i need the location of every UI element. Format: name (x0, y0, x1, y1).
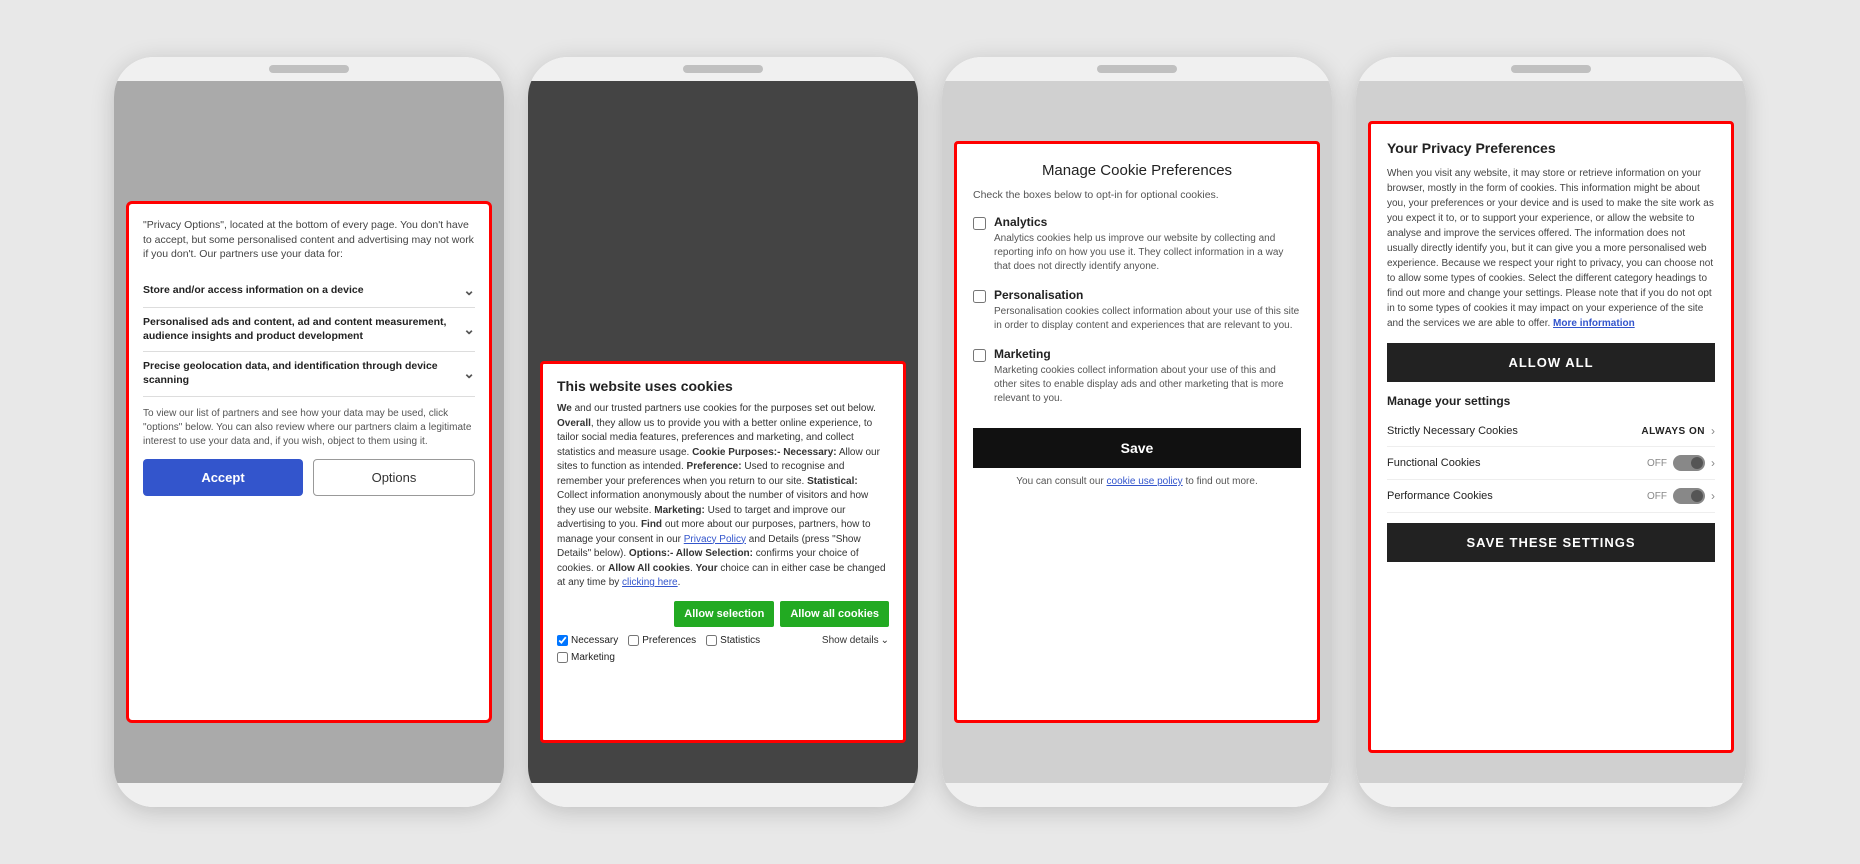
marketing-checkbox-p3[interactable] (973, 349, 986, 362)
personalisation-label: Personalisation (994, 288, 1301, 302)
phone4-screen: Your Privacy Preferences When you visit … (1356, 81, 1746, 783)
phone4-body: When you visit any website, it may store… (1387, 166, 1715, 331)
phone-top-bar-1 (114, 57, 504, 81)
functional-cookies-label: Functional Cookies (1387, 457, 1481, 469)
chevron-right-icon-1: › (1711, 424, 1715, 438)
performance-toggle-switch[interactable] (1673, 488, 1705, 504)
phone-1: "Privacy Options", located at the bottom… (114, 57, 504, 807)
checkbox-preferences[interactable]: Preferences (628, 635, 696, 646)
performance-cookies-row[interactable]: Performance Cookies OFF › (1387, 480, 1715, 513)
phone3-cookie-dialog: Manage Cookie Preferences Check the boxe… (954, 141, 1320, 723)
consult-text: You can consult our (1016, 476, 1103, 487)
clicking-here-link[interactable]: clicking here (622, 577, 678, 588)
phone-4: Your Privacy Preferences When you visit … (1356, 57, 1746, 807)
chevron-down-icon-1: ⌄ (463, 282, 475, 299)
phone1-bottom (114, 783, 504, 807)
phone1-footer-text: To view our list of partners and see how… (143, 407, 475, 449)
chevron-down-show-details: ⌄ (881, 635, 889, 646)
chevron-right-icon-3: › (1711, 489, 1715, 503)
strictly-necessary-row[interactable]: Strictly Necessary Cookies ALWAYS ON › (1387, 416, 1715, 447)
functional-off-label: OFF (1647, 458, 1667, 469)
phone3-subtitle: Check the boxes below to opt-in for opti… (973, 189, 1301, 201)
phone1-item-2[interactable]: Personalised ads and content, ad and con… (143, 308, 475, 352)
phone1-intro-text: "Privacy Options", located at the bottom… (143, 218, 475, 262)
chevron-down-icon-2: ⌄ (463, 321, 475, 338)
privacy-policy-link[interactable]: Privacy Policy (684, 534, 746, 545)
manage-heading: Manage your settings (1387, 394, 1715, 408)
phone2-screen: This website uses cookies We and our tru… (528, 81, 918, 783)
performance-cookies-right: OFF › (1647, 488, 1715, 504)
strictly-necessary-right: ALWAYS ON › (1641, 424, 1715, 438)
analytics-checkbox[interactable] (973, 217, 986, 230)
allow-all-cookies-button[interactable]: Allow all cookies (780, 601, 889, 627)
phone2-btn-row: Allow selection Allow all cookies (557, 601, 889, 627)
phone2-body: We and our trusted partners use cookies … (557, 402, 889, 591)
phone1-cookie-dialog: "Privacy Options", located at the bottom… (126, 201, 492, 723)
statistics-checkbox[interactable] (706, 635, 717, 646)
functional-toggle-switch[interactable] (1673, 455, 1705, 471)
phone-top-bar-2 (528, 57, 918, 81)
marketing-checkbox[interactable] (557, 652, 568, 663)
marketing-option: Marketing Marketing cookies collect info… (973, 347, 1301, 406)
checkbox-marketing[interactable]: Marketing (557, 652, 615, 663)
allow-all-button[interactable]: ALLOW ALL (1387, 343, 1715, 382)
checkbox-statistics[interactable]: Statistics (706, 635, 760, 646)
cookie-link-row: You can consult our cookie use policy to… (973, 476, 1301, 487)
marketing-desc: Marketing cookies collect information ab… (994, 364, 1301, 406)
analytics-label: Analytics (994, 215, 1301, 229)
strictly-necessary-label: Strictly Necessary Cookies (1387, 425, 1518, 437)
save-settings-button[interactable]: SAVE THESE SETTINGS (1387, 523, 1715, 562)
phone1-item-3[interactable]: Precise geolocation data, and identifica… (143, 352, 475, 396)
show-details-toggle[interactable]: Show details ⌄ (822, 635, 889, 646)
consult-suffix: to find out more. (1185, 476, 1257, 487)
phone-2: This website uses cookies We and our tru… (528, 57, 918, 807)
functional-cookies-right: OFF › (1647, 455, 1715, 471)
always-on-badge: ALWAYS ON (1641, 426, 1705, 437)
phone-top-bar-3 (942, 57, 1332, 81)
phone3-screen: Manage Cookie Preferences Check the boxe… (942, 81, 1332, 783)
phone4-title: Your Privacy Preferences (1387, 140, 1715, 156)
phone2-bottom (528, 783, 918, 807)
options-button[interactable]: Options (313, 459, 475, 496)
performance-off-label: OFF (1647, 491, 1667, 502)
analytics-desc: Analytics cookies help us improve our we… (994, 232, 1301, 274)
phone2-checkboxes: Necessary Preferences Statistics Show de… (557, 635, 889, 663)
necessary-checkbox[interactable] (557, 635, 568, 646)
cookie-use-policy-link[interactable]: cookie use policy (1107, 476, 1183, 487)
phone3-bottom (942, 783, 1332, 807)
preferences-checkbox[interactable] (628, 635, 639, 646)
more-information-link[interactable]: More information (1553, 318, 1635, 329)
checkbox-necessary[interactable]: Necessary (557, 635, 618, 646)
chevron-down-icon-3: ⌄ (463, 365, 475, 382)
phone1-btn-row: Accept Options (143, 459, 475, 496)
personalisation-option: Personalisation Personalisation cookies … (973, 288, 1301, 333)
personalisation-desc: Personalisation cookies collect informat… (994, 305, 1301, 333)
phone1-item-1[interactable]: Store and/or access information on a dev… (143, 274, 475, 308)
personalisation-checkbox[interactable] (973, 290, 986, 303)
allow-selection-button[interactable]: Allow selection (674, 601, 774, 627)
phone3-title: Manage Cookie Preferences (973, 162, 1301, 179)
phone1-screen: "Privacy Options", located at the bottom… (114, 81, 504, 783)
marketing-label: Marketing (994, 347, 1301, 361)
phone2-cookie-dialog: This website uses cookies We and our tru… (540, 361, 906, 743)
phone-3: Manage Cookie Preferences Check the boxe… (942, 57, 1332, 807)
functional-cookies-row[interactable]: Functional Cookies OFF › (1387, 447, 1715, 480)
phone2-title: This website uses cookies (557, 378, 889, 394)
analytics-option: Analytics Analytics cookies help us impr… (973, 215, 1301, 274)
phone4-privacy-dialog: Your Privacy Preferences When you visit … (1368, 121, 1734, 753)
phone-top-bar-4 (1356, 57, 1746, 81)
save-button[interactable]: Save (973, 428, 1301, 468)
phone4-bottom (1356, 783, 1746, 807)
accept-button[interactable]: Accept (143, 459, 303, 496)
chevron-right-icon-2: › (1711, 456, 1715, 470)
performance-cookies-label: Performance Cookies (1387, 490, 1493, 502)
